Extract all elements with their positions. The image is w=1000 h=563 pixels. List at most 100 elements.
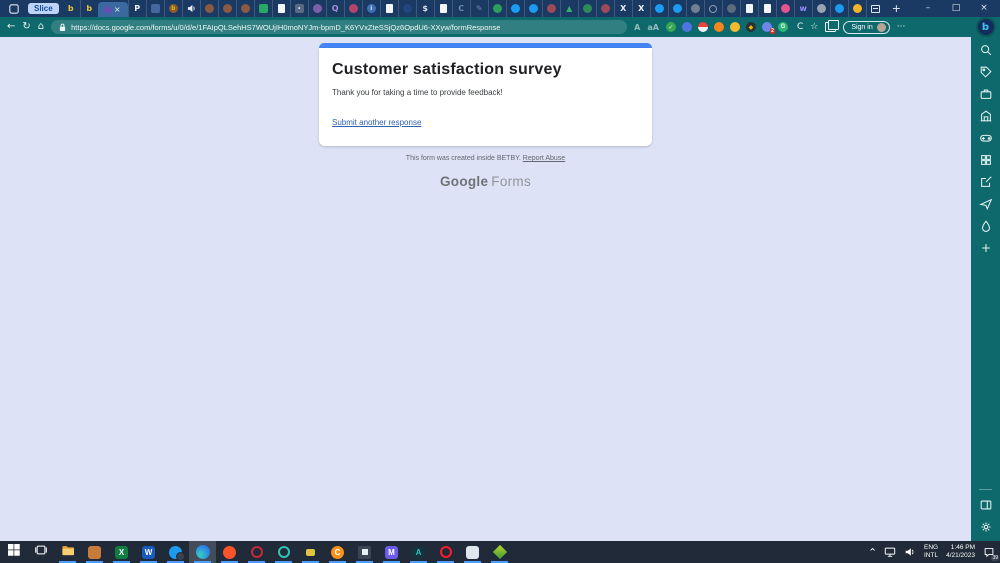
sidebar-building-icon[interactable]	[978, 108, 993, 123]
maximize-button[interactable]: □	[942, 0, 970, 17]
taskbar-file-explorer-button[interactable]	[54, 541, 81, 563]
taskbar-word-button[interactable]: W	[135, 541, 162, 563]
tab[interactable]	[254, 0, 272, 17]
tab[interactable]	[848, 0, 866, 17]
sidebar-settings-icon[interactable]	[978, 519, 993, 534]
taskbar-app-yellow-small-button[interactable]	[297, 541, 324, 563]
taskbar-opera-gx-button[interactable]	[243, 541, 270, 563]
taskbar-twitter-button[interactable]	[162, 541, 189, 563]
tab[interactable]	[866, 0, 884, 17]
tab-active[interactable]: ×	[98, 2, 128, 17]
tab[interactable]: P	[128, 0, 146, 17]
tab[interactable]	[506, 0, 524, 17]
tab[interactable]: •	[290, 0, 308, 17]
taskbar-app-purple-button[interactable]: M	[378, 541, 405, 563]
taskbar-opera-button[interactable]	[432, 541, 459, 563]
tab[interactable]: X	[632, 0, 650, 17]
action-center-button[interactable]: 39	[983, 546, 995, 558]
tab[interactable]	[488, 0, 506, 17]
taskbar-app-diamond-button[interactable]	[486, 541, 513, 563]
tab[interactable]	[740, 0, 758, 17]
workspaces-icon[interactable]	[6, 2, 22, 15]
ext-blue-shield-icon[interactable]	[682, 22, 692, 32]
tab[interactable]	[344, 0, 362, 17]
translate-icon[interactable]: aA	[647, 23, 659, 32]
sidebar-drop-icon[interactable]	[978, 218, 993, 233]
tab[interactable]	[182, 0, 200, 17]
collections-icon[interactable]	[825, 22, 836, 32]
sidebar-customize-icon[interactable]	[978, 497, 993, 512]
tab[interactable]	[650, 0, 668, 17]
address-bar[interactable]: https://docs.google.com/forms/u/0/d/e/1F…	[51, 20, 627, 34]
taskbar-task-view-button[interactable]	[27, 541, 54, 563]
close-button[interactable]: ×	[970, 0, 998, 17]
taskbar-browser-teal-button[interactable]	[270, 541, 297, 563]
taskbar-brave-button[interactable]	[216, 541, 243, 563]
copilot-bing-icon[interactable]: b	[978, 19, 994, 35]
refresh-icon[interactable]: ↻	[22, 22, 30, 32]
taskbar-start-button[interactable]	[0, 541, 27, 563]
sidebar-apps-icon[interactable]	[978, 152, 993, 167]
browser-essentials-icon[interactable]: C	[797, 22, 803, 32]
tab[interactable]: $	[416, 0, 434, 17]
network-icon[interactable]	[884, 546, 896, 558]
ext-red-white-ball-icon[interactable]	[698, 22, 708, 32]
ext-orange-wallet-icon[interactable]	[714, 22, 724, 32]
taskbar-excel-button[interactable]: X	[108, 541, 135, 563]
taskbar-edge-button[interactable]	[189, 541, 216, 563]
tab[interactable]: b	[80, 0, 98, 17]
tab[interactable]: X	[614, 0, 632, 17]
tab[interactable]	[704, 0, 722, 17]
tab[interactable]: b	[62, 0, 80, 17]
tab[interactable]	[200, 0, 218, 17]
ext-gold-coin-icon[interactable]	[730, 22, 740, 32]
sidebar-shopping-icon[interactable]	[978, 64, 993, 79]
report-abuse-link[interactable]: Report Abuse	[523, 155, 565, 162]
tab[interactable]	[830, 0, 848, 17]
tab[interactable]	[434, 0, 452, 17]
ext-green-check-icon[interactable]: ✓	[666, 22, 676, 32]
taskbar-cryptotab-button[interactable]: C	[324, 541, 351, 563]
minimize-button[interactable]: –	[914, 0, 942, 17]
sidebar-send-icon[interactable]	[978, 196, 993, 211]
favorites-star-icon[interactable]: ☆	[810, 22, 818, 32]
tab[interactable]: b	[164, 0, 182, 17]
tab[interactable]	[668, 0, 686, 17]
taskbar-app-orange-button[interactable]	[81, 541, 108, 563]
sidebar-search-icon[interactable]	[978, 42, 993, 57]
volume-icon[interactable]	[904, 546, 916, 558]
tab[interactable]	[308, 0, 326, 17]
tray-chevron-up-icon[interactable]: ^	[869, 548, 876, 556]
tab[interactable]	[686, 0, 704, 17]
ext-blue-puzzle-icon[interactable]: 2	[762, 22, 772, 32]
home-icon[interactable]: ⌂	[38, 22, 44, 32]
tab[interactable]: i	[362, 0, 380, 17]
taskbar-app-teal-a-button[interactable]: A	[405, 541, 432, 563]
sidebar-compose-icon[interactable]	[978, 174, 993, 189]
new-tab-button[interactable]: +	[892, 3, 901, 14]
submit-another-response-link[interactable]: Submit another response	[332, 118, 421, 127]
read-aloud-icon[interactable]: A	[634, 23, 640, 32]
tab[interactable]	[758, 0, 776, 17]
more-menu-icon[interactable]: ···	[897, 22, 906, 32]
tab[interactable]	[812, 0, 830, 17]
tab-close-icon[interactable]: ×	[114, 6, 121, 14]
tab[interactable]	[380, 0, 398, 17]
tab[interactable]	[596, 0, 614, 17]
sidebar-games-icon[interactable]	[978, 130, 993, 145]
tab[interactable]	[398, 0, 416, 17]
tab[interactable]: Q	[326, 0, 344, 17]
tab[interactable]	[776, 0, 794, 17]
sidebar-tools-icon[interactable]	[978, 86, 993, 101]
tab[interactable]	[524, 0, 542, 17]
tab[interactable]	[236, 0, 254, 17]
tab[interactable]: w	[794, 0, 812, 17]
ext-green-g-icon[interactable]: G	[778, 22, 788, 32]
tab[interactable]	[272, 0, 290, 17]
tab[interactable]: C	[452, 0, 470, 17]
tab[interactable]	[146, 0, 164, 17]
back-icon[interactable]: ←	[7, 22, 15, 32]
tab[interactable]: ✎	[470, 0, 488, 17]
tab-group-label[interactable]: Slice	[28, 3, 59, 14]
clock[interactable]: 1:46 PM 4/21/2023	[946, 544, 975, 560]
